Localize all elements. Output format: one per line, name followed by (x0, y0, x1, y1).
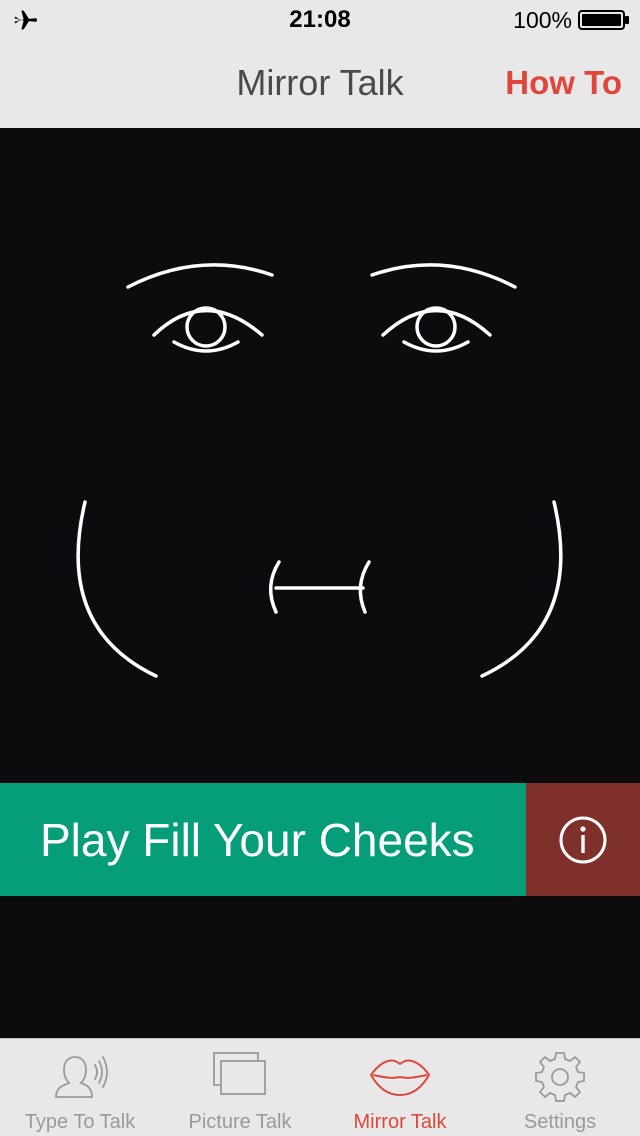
tab-label: Mirror Talk (353, 1111, 447, 1133)
info-icon (559, 816, 607, 864)
tab-label: Picture Talk (188, 1111, 292, 1133)
right-eye-upper-lid (381, 308, 492, 337)
tab-settings[interactable]: Settings (480, 1039, 640, 1136)
play-exercise-label: Play Fill Your Cheeks (40, 814, 475, 866)
left-eye-iris (185, 306, 227, 348)
tab-mirror-talk[interactable]: Mirror Talk (320, 1039, 480, 1136)
right-eye-iris (415, 306, 457, 348)
battery-percent: 100% (513, 7, 572, 33)
type-to-talk-icon (55, 1056, 108, 1098)
left-eyebrow (126, 263, 274, 289)
status-bar: 21:08 100% (0, 0, 640, 40)
picture-talk-icon (213, 1052, 266, 1095)
exercise-bar: Play Fill Your Cheeks (0, 783, 640, 896)
gear-icon (535, 1052, 585, 1102)
tab-picture-talk[interactable]: Picture Talk (160, 1039, 320, 1136)
mirror-stage: Play Fill Your Cheeks (0, 128, 640, 1038)
play-exercise-button[interactable]: Play Fill Your Cheeks (0, 783, 526, 896)
tab-type-to-talk[interactable]: Type To Talk (0, 1039, 160, 1136)
tab-label: Settings (523, 1111, 597, 1133)
right-cheek (480, 500, 563, 678)
lips-icon (370, 1059, 430, 1096)
navigation-bar: Mirror Talk How To (0, 40, 640, 128)
tab-label: Type To Talk (24, 1111, 136, 1133)
battery-icon (578, 10, 629, 30)
app-screen: 21:08 100% Mirror Talk How To Play Fill … (0, 0, 640, 1136)
left-cheek (76, 500, 158, 678)
face-illustration (76, 263, 563, 678)
tab-bar: Type To Talk Picture Talk Mirror Talk Se… (0, 1038, 640, 1136)
info-button[interactable] (526, 783, 640, 896)
right-eyebrow (370, 263, 517, 289)
how-to-button[interactable]: How To (505, 64, 622, 102)
left-eye-upper-lid (152, 308, 264, 337)
